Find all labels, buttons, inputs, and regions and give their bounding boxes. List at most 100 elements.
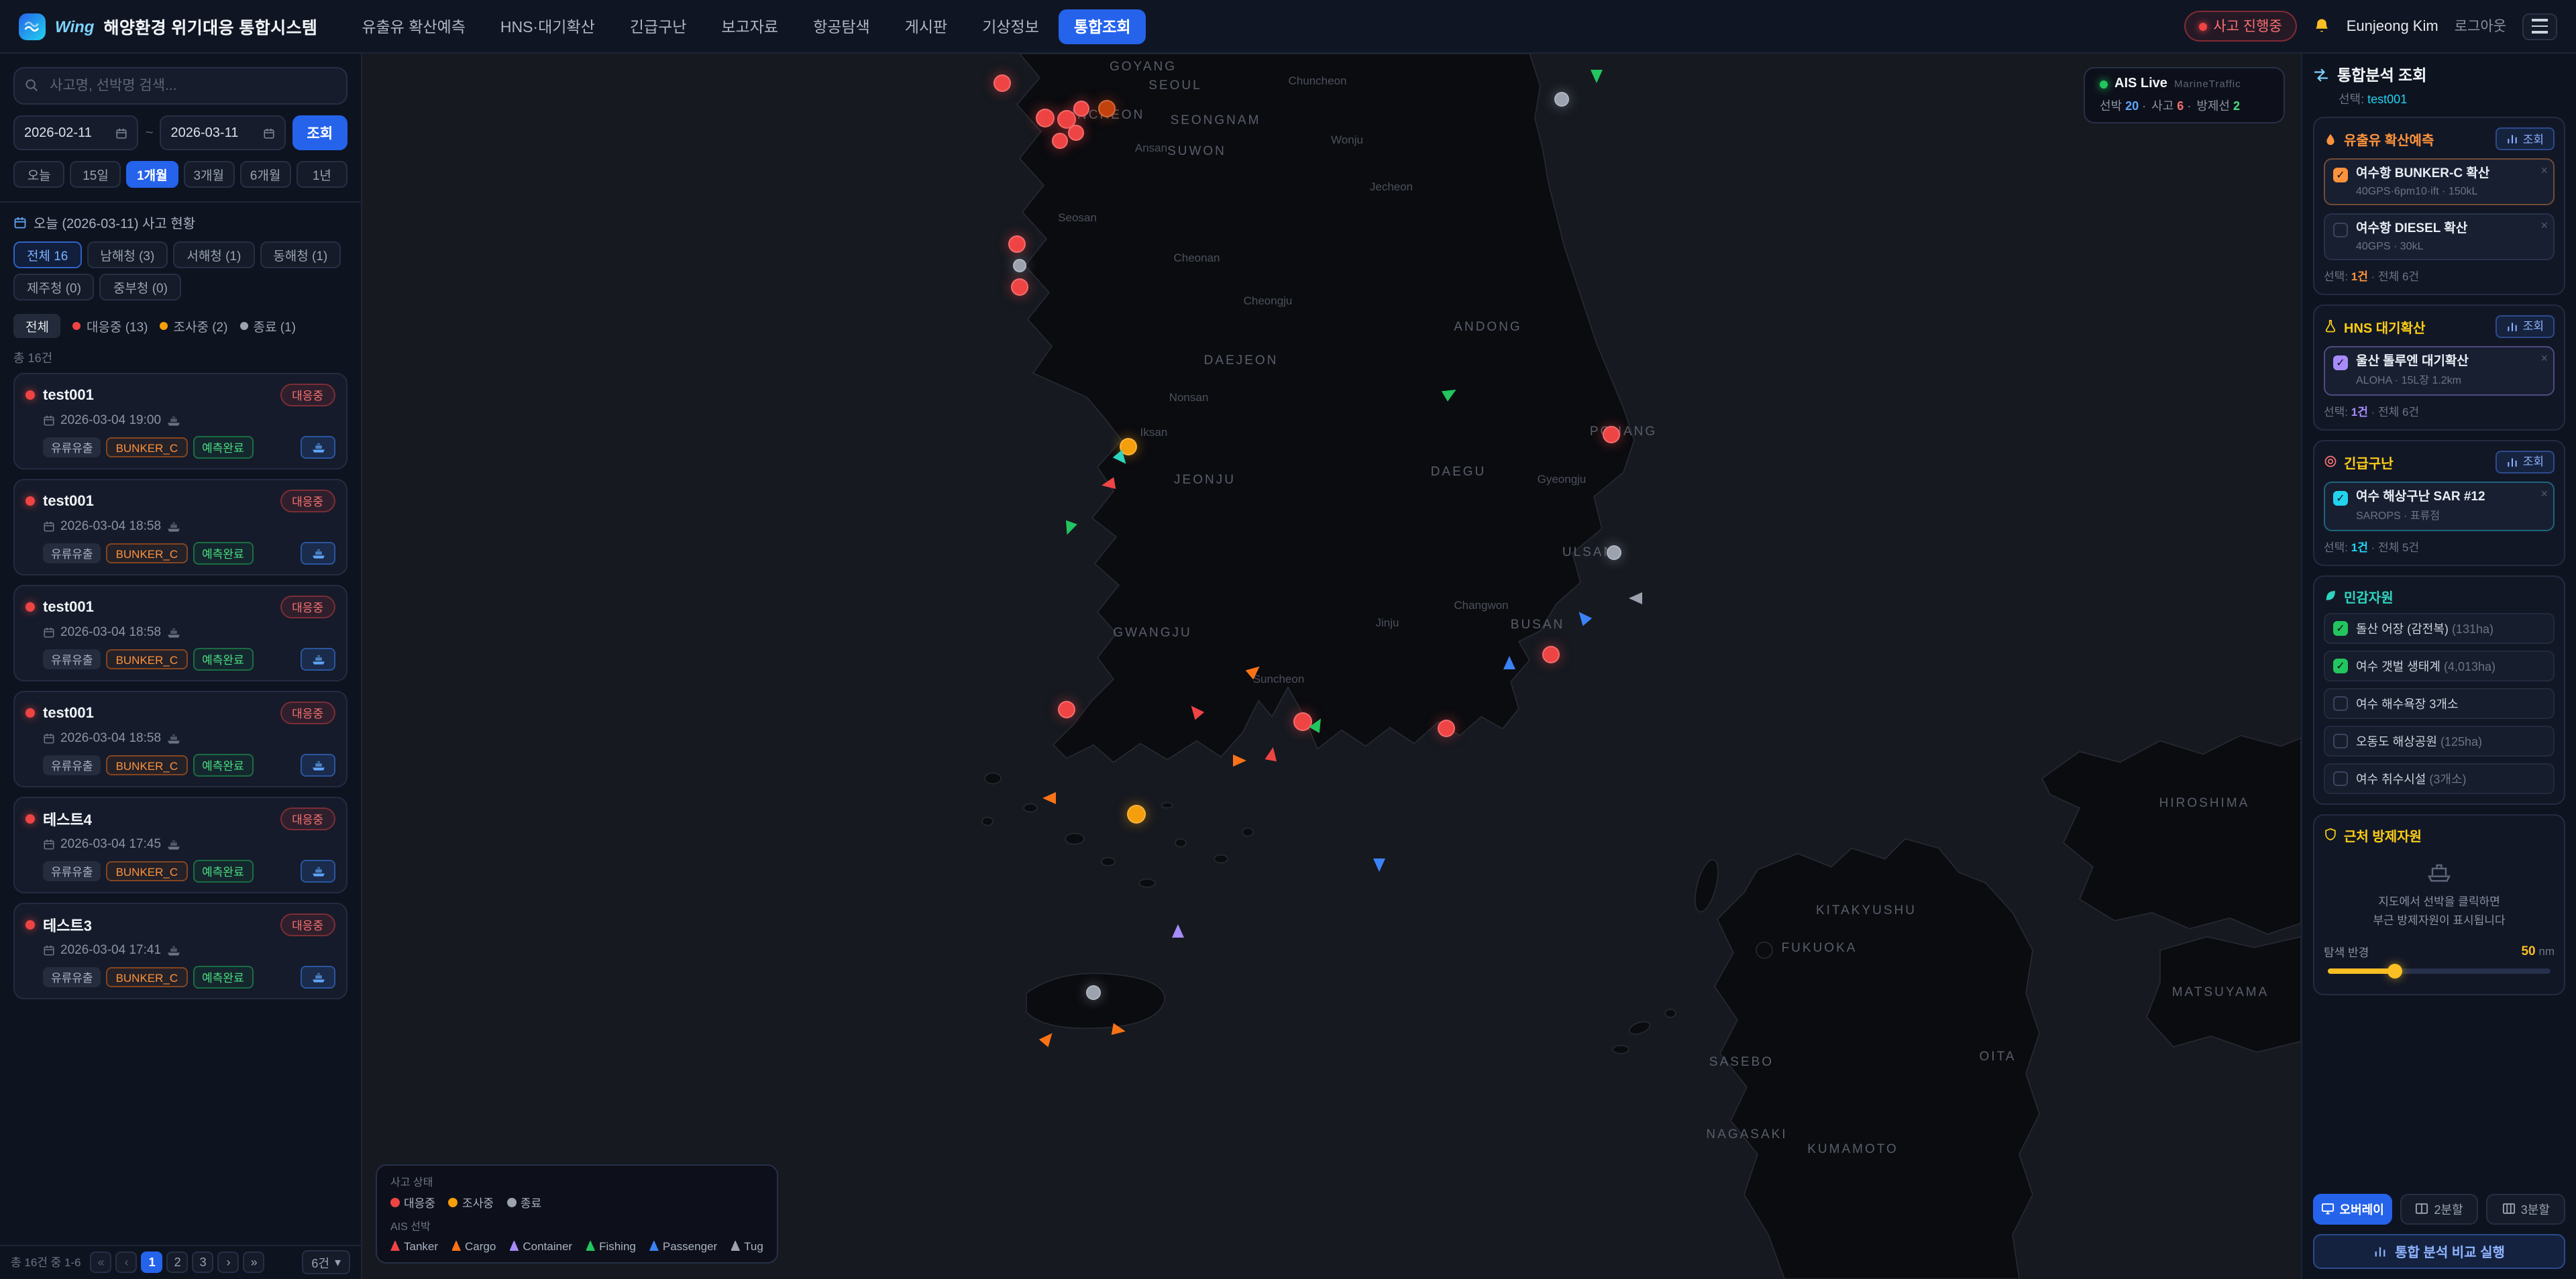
range-chip[interactable]: 3개월: [183, 161, 234, 188]
resource-row[interactable]: ✓ 여수 갯벌 생태계 (4,013ha): [2324, 650, 2555, 681]
nav-item[interactable]: 유출유 확산예측: [347, 9, 480, 44]
radius-slider-thumb[interactable]: [2387, 963, 2402, 978]
incident-marker[interactable]: [1011, 278, 1028, 296]
spill-card[interactable]: 여수항 DIESEL 확산 40GPS · 30kL ×: [2324, 213, 2555, 260]
incident-active-badge[interactable]: 사고 진행중: [2184, 11, 2296, 42]
incident-marker[interactable]: [1542, 646, 1560, 663]
resource-row[interactable]: 오동도 해상공원 (125ha): [2324, 725, 2555, 756]
incident-marker[interactable]: [1554, 92, 1569, 107]
checkbox[interactable]: ✓: [2333, 621, 2348, 636]
incident-marker[interactable]: [1098, 100, 1116, 117]
sar-card[interactable]: ✓ 여수 해상구난 SAR #12 SAROPS · 표류점 ×: [2324, 481, 2555, 531]
checkbox[interactable]: [2333, 696, 2348, 711]
incident-marker[interactable]: [1086, 985, 1101, 1000]
hns-card[interactable]: ✓ 울산 톨루엔 대기확산 ALOHA · 15L장 1.2km ×: [2324, 346, 2555, 396]
logout-button[interactable]: 로그아웃: [2455, 16, 2506, 36]
incident-map-button[interactable]: [301, 966, 335, 989]
checkbox[interactable]: ✓: [2333, 355, 2348, 370]
menu-icon[interactable]: [2522, 13, 2557, 40]
vessel-marker[interactable]: [1373, 858, 1385, 872]
brand[interactable]: Wing 해양환경 위기대응 통합시스템: [19, 13, 317, 40]
vessel-marker[interactable]: [1503, 656, 1515, 669]
vessel-marker[interactable]: [1039, 1030, 1057, 1048]
incident-map-button[interactable]: [301, 436, 335, 459]
last-page-button[interactable]: »: [244, 1252, 265, 1273]
region-chip[interactable]: 동해청 (1): [260, 241, 341, 268]
incident-map-button[interactable]: [301, 754, 335, 777]
incident-marker[interactable]: [1008, 235, 1026, 253]
vessel-marker[interactable]: [1629, 592, 1642, 604]
incident-card[interactable]: 테스트3 대응중 2026-03-04 17:41 유류유출BUNKER_C예측…: [13, 903, 347, 999]
incident-marker[interactable]: [1438, 720, 1455, 737]
range-chip[interactable]: 15일: [70, 161, 121, 188]
vessel-marker[interactable]: [1442, 384, 1459, 402]
vessel-marker[interactable]: [1172, 924, 1184, 938]
map-area[interactable]: GOYANGSEOULINCHEONSEONGNAMChuncheonAnsan…: [362, 54, 2301, 1279]
view-2split-button[interactable]: 2분할: [2400, 1193, 2478, 1224]
range-chip[interactable]: 1년: [297, 161, 347, 188]
region-chip[interactable]: 남해청 (3): [87, 241, 168, 268]
vessel-marker[interactable]: [1574, 608, 1593, 626]
incident-marker[interactable]: [1052, 133, 1068, 149]
radius-slider[interactable]: [2328, 968, 2551, 973]
region-chip[interactable]: 중부청 (0): [100, 274, 181, 300]
incident-marker[interactable]: [1293, 712, 1312, 731]
vessel-marker[interactable]: [1233, 755, 1246, 767]
date-query-button[interactable]: 조회: [292, 115, 347, 150]
next-page-button[interactable]: ›: [218, 1252, 239, 1273]
resource-row[interactable]: 여수 해수욕장 3개소: [2324, 687, 2555, 718]
resource-row[interactable]: ✓ 돌산 어장 (감전복) (131ha): [2324, 612, 2555, 643]
nav-item[interactable]: 항공탐색: [798, 9, 885, 44]
incident-marker[interactable]: [994, 74, 1011, 92]
status-chip[interactable]: 대응중 (13): [73, 317, 148, 335]
incident-card[interactable]: test001 대응중 2026-03-04 18:58 유류유출BUNKER_…: [13, 691, 347, 787]
incident-marker[interactable]: [1036, 109, 1055, 127]
vessel-marker[interactable]: [1061, 520, 1077, 537]
page-button[interactable]: 2: [167, 1252, 189, 1273]
checkbox[interactable]: ✓: [2333, 168, 2348, 182]
incident-marker[interactable]: [1068, 125, 1084, 141]
checkbox[interactable]: [2333, 223, 2348, 237]
incident-marker[interactable]: [1073, 101, 1089, 117]
checkbox[interactable]: ✓: [2333, 490, 2348, 505]
region-chip[interactable]: 서해청 (1): [173, 241, 254, 268]
close-icon[interactable]: ×: [2540, 486, 2548, 500]
checkbox[interactable]: [2333, 771, 2348, 786]
incident-map-button[interactable]: [301, 542, 335, 565]
status-chip[interactable]: 전체: [13, 314, 61, 338]
vessel-marker[interactable]: [1101, 477, 1116, 491]
incident-card[interactable]: test001 대응중 2026-03-04 18:58 유류유출BUNKER_…: [13, 479, 347, 575]
resource-row[interactable]: 여수 취수시설 (3개소): [2324, 763, 2555, 793]
sar-query-button[interactable]: 조회: [2496, 450, 2555, 473]
page-size-select[interactable]: 6건 ▾: [302, 1250, 350, 1274]
incident-marker[interactable]: [1013, 259, 1026, 272]
region-chip[interactable]: 전체 16: [13, 241, 81, 268]
incident-map-button[interactable]: [301, 648, 335, 671]
view-3split-button[interactable]: 3분할: [2487, 1193, 2565, 1224]
vessel-marker[interactable]: [1265, 746, 1279, 762]
date-from-input[interactable]: 2026-02-11: [13, 115, 139, 150]
hns-query-button[interactable]: 조회: [2496, 315, 2555, 338]
nav-item[interactable]: 통합조회: [1059, 9, 1146, 44]
range-chip[interactable]: 1개월: [127, 161, 178, 188]
incident-marker[interactable]: [1127, 805, 1146, 824]
view-overlay-button[interactable]: 오버레이: [2313, 1193, 2392, 1224]
incident-card[interactable]: test001 대응중 2026-03-04 19:00 유류유출BUNKER_…: [13, 373, 347, 469]
vessel-marker[interactable]: [1187, 702, 1205, 720]
first-page-button[interactable]: «: [91, 1252, 112, 1273]
region-chip[interactable]: 제주청 (0): [13, 274, 95, 300]
close-icon[interactable]: ×: [2540, 351, 2548, 365]
incident-map-button[interactable]: [301, 860, 335, 883]
nav-item[interactable]: 긴급구난: [615, 9, 702, 44]
range-chip[interactable]: 오늘: [13, 161, 64, 188]
vessel-marker[interactable]: [1112, 1023, 1127, 1037]
range-chip[interactable]: 6개월: [239, 161, 290, 188]
vessel-marker[interactable]: [1246, 662, 1264, 680]
incident-marker[interactable]: [1603, 426, 1620, 443]
search-input[interactable]: [13, 67, 347, 105]
notification-bell-icon[interactable]: [2313, 17, 2330, 35]
page-button[interactable]: 1: [142, 1252, 163, 1273]
spill-query-button[interactable]: 조회: [2496, 127, 2555, 150]
incident-marker[interactable]: [1607, 545, 1621, 560]
vessel-marker[interactable]: [1591, 70, 1603, 83]
